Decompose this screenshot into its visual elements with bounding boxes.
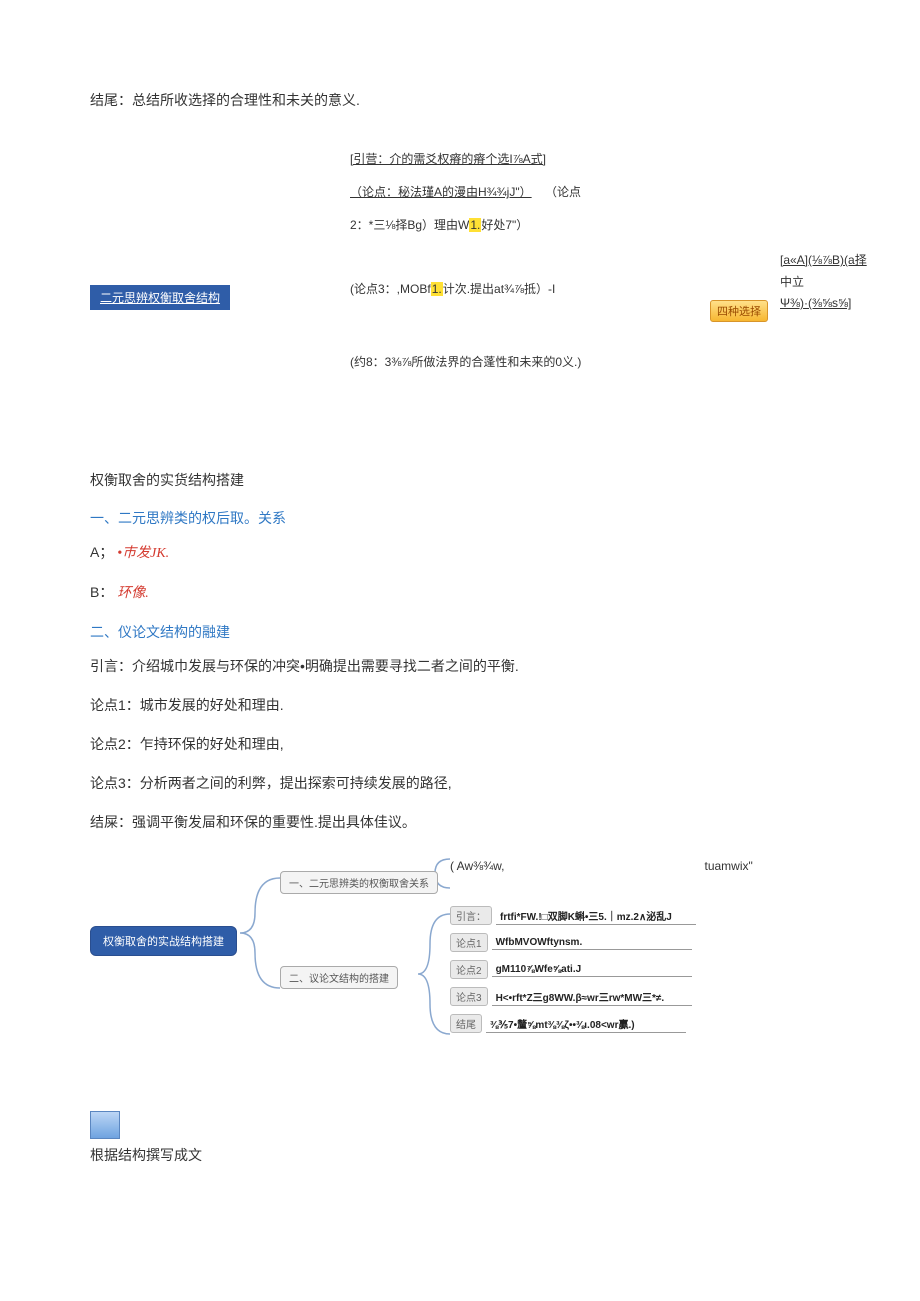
item-b-value: 环像. bbox=[117, 586, 149, 601]
bracket-icon bbox=[235, 873, 285, 993]
item-a-label: A； bbox=[90, 544, 113, 560]
outline-row-2b: （论点 bbox=[545, 185, 581, 199]
footer-area: 根据结构撰写成文 bbox=[90, 1111, 860, 1165]
heading-two: 二、仪论文结构的融建 bbox=[90, 622, 860, 642]
orange-choice-tag-label: 四种选择 bbox=[710, 300, 768, 322]
paragraph-end: 结屎：强调平衡发屇和环保的重要性.提出具体佳议。 bbox=[90, 812, 860, 833]
mindmap-leaf-text: gM110⅞Wfe⅝ati.J bbox=[492, 963, 692, 977]
outline-row-3b: 好处7"） bbox=[481, 218, 528, 232]
outline-row-4a: (论点3：,MOBf bbox=[350, 282, 431, 296]
outline-row-3a: 2：*三⅛择Bg）理由W bbox=[350, 218, 469, 232]
mindmap-leaf-tag: 论点2 bbox=[450, 960, 488, 979]
mindmap-leaf-text: frtfi*FW.!□双脚K蝌•三5.｜mz.2∧泌乱J bbox=[496, 907, 696, 925]
paragraph-intro: 引言：介绍城巾发展与环保的冲突•明确提出需要寻找二者之间的平衡. bbox=[90, 656, 860, 677]
mindmap-leaf-tag: 结尾 bbox=[450, 1014, 482, 1033]
mindmap-leaf-row: 引言： frtfi*FW.!□双脚K蝌•三5.｜mz.2∧泌乱J bbox=[450, 906, 696, 925]
mindmap-leaf-row: 论点3 H<•rft*Z三g8WW.β≈wr三rw*MW三*≠. bbox=[450, 987, 692, 1006]
paragraph-point-2: 论点2：乍持环保的好处和理由, bbox=[90, 734, 860, 755]
bracket-icon bbox=[415, 909, 455, 1039]
outline-row-2a: （论点：秘法瑾A的漫由H¾¾jJ"） bbox=[350, 185, 532, 199]
item-b: B： 环像. bbox=[90, 582, 860, 604]
mindmap-branch-2: 二、议论文结构的搭建 bbox=[280, 966, 398, 989]
outline-right-2: 中立 bbox=[780, 275, 804, 289]
outline-diagram: [引营：介的需爻权瘠的瘠个选I⅞A式] （论点：秘法瑾A的漫由H¾¾jJ"） （… bbox=[90, 150, 860, 410]
mindmap-leaf-row: 论点2 gM110⅞Wfe⅝ati.J bbox=[450, 960, 692, 979]
item-a-value: •巿发JK. bbox=[117, 546, 169, 561]
mindmap-top-right-b: tuamwix" bbox=[704, 859, 752, 873]
orange-choice-tag: 四种选择 bbox=[710, 300, 768, 322]
outline-row-1: [引营：介的需爻权瘠的瘠个选I⅞A式] bbox=[350, 150, 710, 169]
outline-row-2: （论点：秘法瑾A的漫由H¾¾jJ"） （论点 bbox=[350, 183, 710, 202]
footer-text: 根据结构撰写成文 bbox=[90, 1145, 860, 1165]
outline-row-3: 2：*三⅛择Bg）理由W1.好处7"） bbox=[350, 216, 710, 235]
mindmap-branch-1: 一、二元思辨类的权衡取舍关系 bbox=[280, 871, 438, 894]
blue-structure-tag-label: 二元思辨权衡取舍结构 bbox=[90, 285, 230, 310]
blue-box-icon bbox=[90, 1111, 120, 1139]
conclusion-text: 结尾：总结所收选择的合理性和未关的意义. bbox=[90, 90, 860, 110]
outline-right-1: [a«A](⅛⅞B)(a择 bbox=[780, 250, 867, 272]
paragraph-point-3: 论点3：分析两者之间的利弊，提出探索可持续发展的路径, bbox=[90, 773, 860, 794]
mindmap-top-right-a: ( Aw⅜¾w, bbox=[450, 859, 504, 873]
mindmap-top-right: ( Aw⅜¾w, tuamwix" bbox=[450, 859, 753, 873]
mindmap-leaf-text: H<•rft*Z三g8WW.β≈wr三rw*MW三*≠. bbox=[492, 988, 692, 1006]
heading-one: 一、二元思辨类的权后取。关系 bbox=[90, 508, 860, 528]
item-b-label: B： bbox=[90, 584, 113, 600]
outline-right-3: Ψ⅜)·(⅜⅝s⅝] bbox=[780, 293, 851, 315]
item-a: A； •巿发JK. bbox=[90, 542, 860, 564]
mindmap-leaf-tag: 论点1 bbox=[450, 933, 488, 952]
outline-row-4-highlight: 1. bbox=[431, 282, 443, 296]
mindmap: 权衡取舍的实战结构搭建 一、二元思辨类的权衡取舍关系 二、议论文结构的搭建 ( … bbox=[80, 851, 820, 1051]
outline-right-column: [a«A](⅛⅞B)(a择 中立 Ψ⅜)·(⅜⅝s⅝] bbox=[780, 250, 920, 315]
mindmap-leaf-row: 论点1 WfbMVOWftynsm. bbox=[450, 933, 692, 952]
outline-row-5: (约8：3⅜⅞所做法界的合蓬性和未来的0义.) bbox=[350, 353, 710, 372]
mindmap-leaf-row: 结尾 ⅜⅗7•釐⅝mt⅜⅜ζ••⅜ι.08<wr贏.) bbox=[450, 1014, 686, 1033]
outline-row-4: (论点3：,MOBf1.计次.提出at¾⅞抵）-I bbox=[350, 280, 710, 299]
mindmap-leaf-tag: 引言： bbox=[450, 906, 492, 925]
mindmap-leaf-text: ⅜⅗7•釐⅝mt⅜⅜ζ••⅜ι.08<wr贏.) bbox=[486, 1015, 686, 1033]
outline-row-3-highlight: 1. bbox=[469, 218, 481, 232]
mindmap-leaf-text: WfbMVOWftynsm. bbox=[492, 936, 692, 950]
blue-structure-tag: 二元思辨权衡取舍结构 bbox=[90, 285, 230, 310]
paragraph-point-1: 论点1：城市发展的好处和理由. bbox=[90, 695, 860, 716]
mindmap-leaf-tag: 论点3 bbox=[450, 987, 488, 1006]
outline-center-column: [引营：介的需爻权瘠的瘠个选I⅞A式] （论点：秘法瑾A的漫由H¾¾jJ"） （… bbox=[350, 150, 710, 386]
mindmap-root: 权衡取舍的实战结构搭建 bbox=[90, 926, 237, 956]
section-1-title: 权衡取舍的实货结构搭建 bbox=[90, 470, 860, 490]
outline-row-4b: 计次.提出at¾⅞抵）-I bbox=[443, 282, 556, 296]
